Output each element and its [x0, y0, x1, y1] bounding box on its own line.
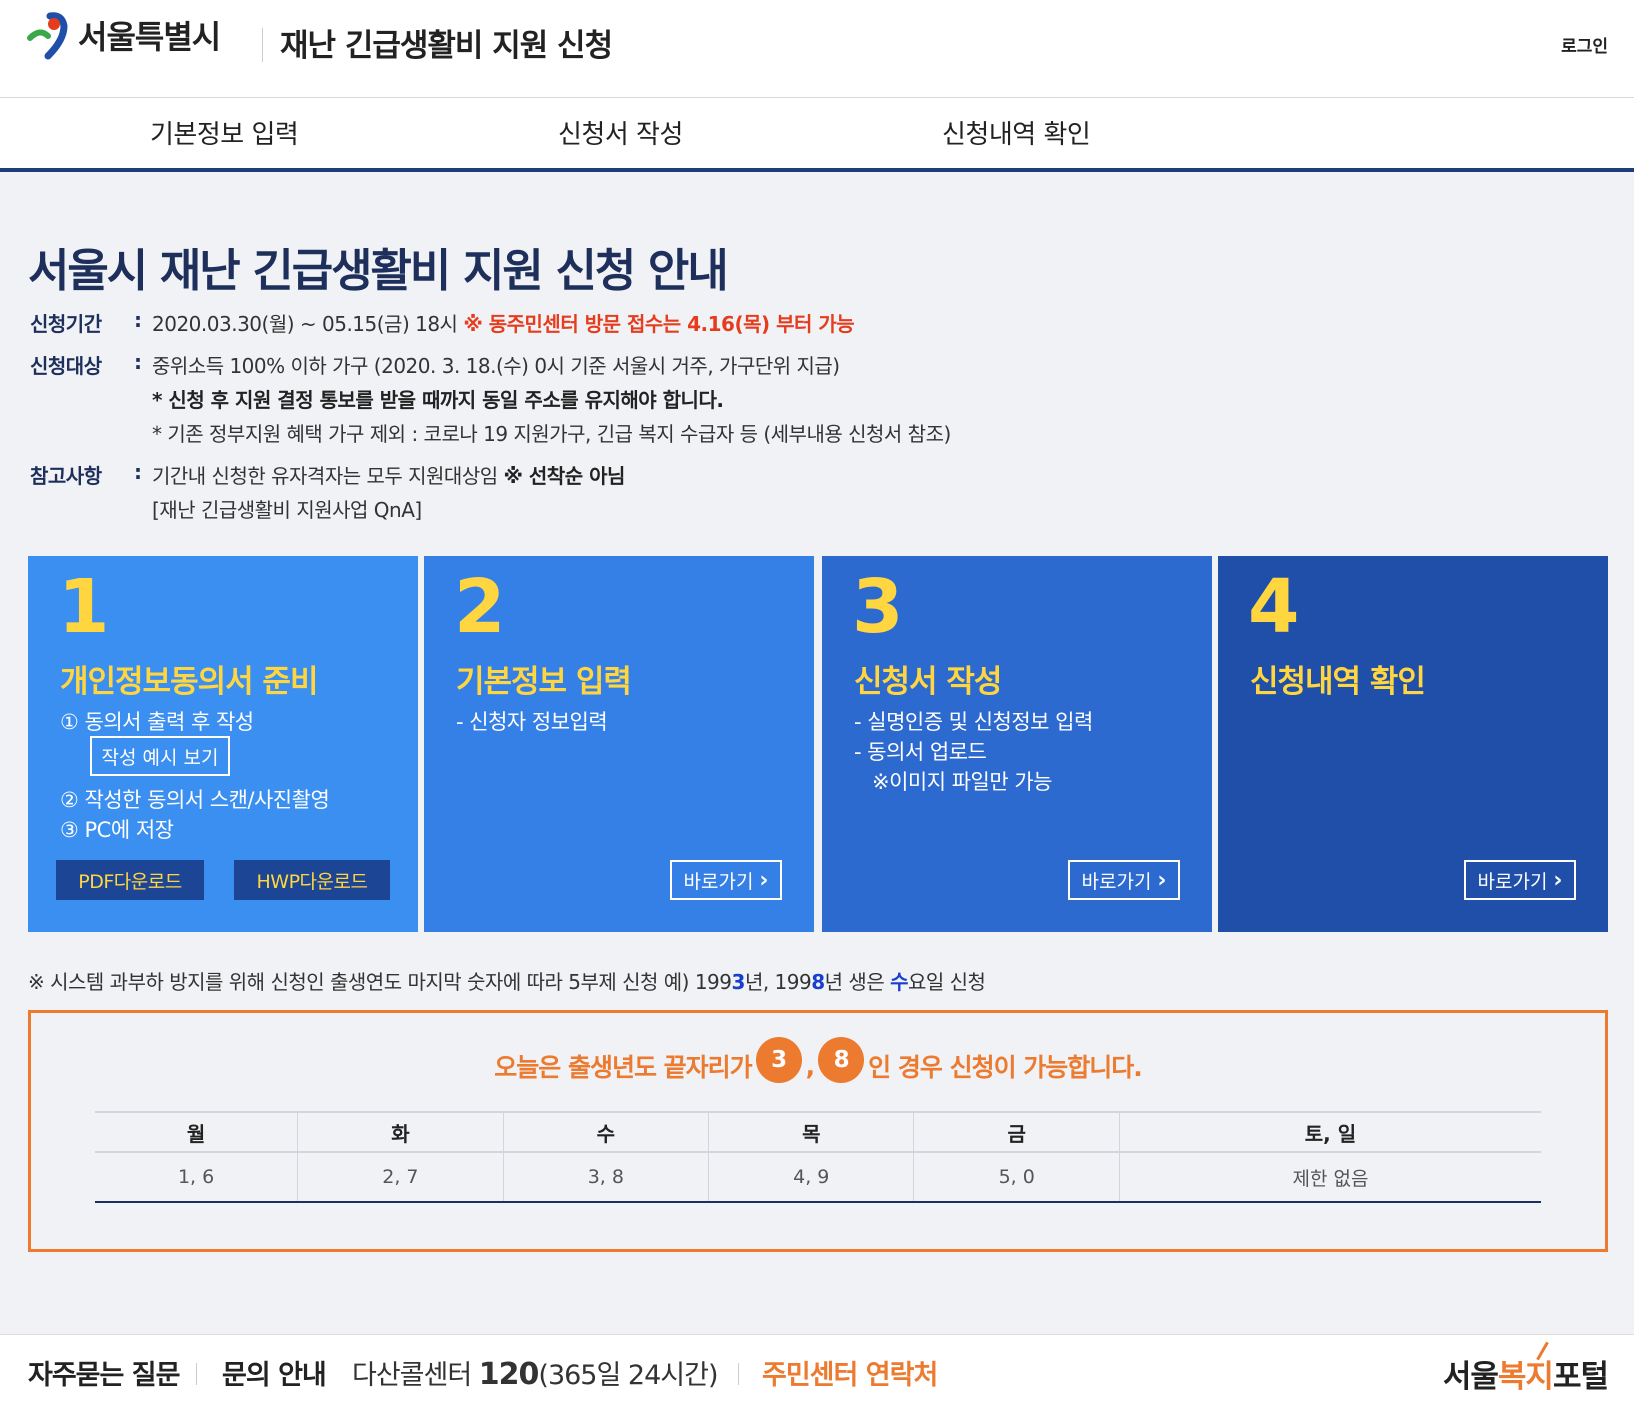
- nav-item-basic-info[interactable]: 기본정보 입력: [150, 114, 299, 151]
- schedule-table: 월 화 수 목 금 토, 일 1, 6 2, 7 3, 8 4, 9 5, 0 …: [95, 1111, 1541, 1203]
- table-cell: 1, 6: [95, 1152, 298, 1203]
- footer-divider: [196, 1363, 197, 1385]
- table-row: 1, 6 2, 7 3, 8 4, 9 5, 0 제한 없음: [95, 1152, 1541, 1203]
- nav-item-history[interactable]: 신청내역 확인: [942, 114, 1091, 151]
- chevron-right-icon: ›: [1157, 867, 1167, 893]
- info-label-period: 신청기간: [30, 312, 102, 336]
- step-title: 개인정보동의서 준비: [60, 664, 318, 700]
- welfare-portal-logo[interactable]: 서울복지포털: [1443, 1341, 1609, 1396]
- footer-divider: [738, 1363, 739, 1385]
- notes-line-1: 기간내 신청한 유자격자는 모두 지원대상임: [152, 464, 498, 488]
- table-header: 목: [708, 1111, 914, 1153]
- dasan-contact: 다산콜센터 120(365일 24시간): [352, 1357, 718, 1392]
- go-button-step-3[interactable]: 바로가기 ›: [1068, 860, 1180, 900]
- seoul-logo[interactable]: 서울특별시: [26, 10, 221, 60]
- call-number: 120: [478, 1357, 540, 1392]
- step-desc: - 동의서 업로드: [854, 740, 987, 764]
- login-link[interactable]: 로그인: [1561, 32, 1608, 57]
- chevron-right-icon: ›: [1553, 867, 1563, 893]
- step-desc: ② 작성한 동의서 스캔/사진촬영: [60, 788, 330, 812]
- step-card-3: 3 신청서 작성 - 실명인증 및 신청정보 입력 - 동의서 업로드 ※이미지…: [822, 556, 1212, 932]
- pdf-download-button[interactable]: PDF다운로드: [56, 860, 204, 900]
- digit-badge: 8: [818, 1037, 865, 1083]
- step-desc: - 신청자 정보입력: [456, 710, 608, 734]
- table-header-row: 월 화 수 목 금 토, 일: [95, 1111, 1541, 1153]
- period-value: 2020.03.30(월) ~ 05.15(금) 18시: [152, 312, 458, 336]
- table-cell: 4, 9: [708, 1152, 914, 1203]
- step-desc: ① 동의서 출력 후 작성: [60, 710, 254, 734]
- info-label-target: 신청대상: [30, 354, 102, 378]
- step-desc: - 실명인증 및 신청정보 입력: [854, 710, 1093, 734]
- step-number: 2: [454, 564, 506, 650]
- info-colon: :: [134, 460, 142, 484]
- footer: 자주묻는 질문 문의 안내 다산콜센터 120(365일 24시간) 주민센터 …: [0, 1334, 1634, 1414]
- logo-text: 서울특별시: [78, 18, 221, 56]
- info-label-notes: 참고사항: [30, 464, 102, 488]
- community-center-link[interactable]: 주민센터 연락처: [762, 1353, 938, 1392]
- page-title: 서울시 재난 긴급생활비 지원 신청 안내: [28, 244, 729, 297]
- table-cell: 제한 없음: [1118, 1152, 1541, 1203]
- step-title: 신청내역 확인: [1250, 664, 1426, 700]
- step-card-4: 4 신청내역 확인 바로가기 ›: [1218, 556, 1608, 932]
- info-colon: :: [134, 350, 142, 374]
- table-cell: 2, 7: [297, 1152, 504, 1203]
- qna-link[interactable]: [재난 긴급생활비 지원사업 QnA]: [152, 494, 422, 523]
- table-cell: 5, 0: [913, 1152, 1120, 1203]
- step-title: 신청서 작성: [854, 664, 1002, 700]
- table-header: 월: [95, 1111, 298, 1153]
- seoul-emblem-icon: [27, 12, 68, 60]
- digit-badge: 3: [755, 1037, 802, 1083]
- target-line-3: * 기존 정부지원 혜택 가구 제외 : 코로나 19 지원가구, 긴급 복지 …: [152, 422, 951, 446]
- nav-item-application[interactable]: 신청서 작성: [558, 114, 683, 151]
- step-number: 3: [852, 564, 904, 650]
- step-number: 1: [58, 564, 110, 650]
- target-line-2: * 신청 후 지원 결정 통보를 받을 때까지 동일 주소를 유지해야 합니다.: [152, 388, 724, 412]
- notes-line-1-bold: ※ 선착순 아님: [503, 464, 626, 488]
- step-number: 4: [1248, 564, 1300, 650]
- hwp-download-button[interactable]: HWP다운로드: [234, 860, 390, 900]
- logo-accent-icon: [1536, 1341, 1549, 1361]
- period-highlight: ※ 동주민센터 방문 접수는 4.16(목) 부터 가능: [463, 312, 855, 336]
- table-header: 금: [913, 1111, 1120, 1153]
- schedule-box: 오늘은 출생년도 끝자리가 3 , 8 인 경우 신청이 가능합니다. 월 화 …: [28, 1010, 1608, 1252]
- system-notice: ※ 시스템 과부하 방지를 위해 신청인 출생연도 마지막 숫자에 따라 5부제…: [28, 970, 986, 994]
- go-button-step-2[interactable]: 바로가기 ›: [670, 860, 782, 900]
- go-button-label: 바로가기: [683, 870, 754, 893]
- step-card-2: 2 기본정보 입력 - 신청자 정보입력 바로가기 ›: [424, 556, 814, 932]
- info-colon: :: [134, 308, 142, 332]
- step-desc: ※이미지 파일만 가능: [872, 770, 1053, 794]
- inquiry-label: 문의 안내: [222, 1360, 327, 1391]
- table-header: 화: [297, 1111, 504, 1153]
- table-header: 토, 일: [1118, 1111, 1541, 1153]
- go-button-label: 바로가기: [1477, 870, 1548, 893]
- view-example-button[interactable]: 작성 예시 보기: [90, 736, 230, 776]
- table-header: 수: [502, 1111, 709, 1153]
- faq-link[interactable]: 자주묻는 질문: [28, 1353, 180, 1392]
- main-nav: 기본정보 입력 신청서 작성 신청내역 확인: [0, 98, 1634, 172]
- target-line-1: 중위소득 100% 이하 가구 (2020. 3. 18.(수) 0시 기준 서…: [152, 354, 840, 378]
- today-message: 오늘은 출생년도 끝자리가 3 , 8 인 경우 신청이 가능합니다.: [31, 1037, 1605, 1089]
- step-title: 기본정보 입력: [456, 664, 632, 700]
- chevron-right-icon: ›: [759, 867, 769, 893]
- go-button-step-4[interactable]: 바로가기 ›: [1464, 860, 1576, 900]
- header-divider: [262, 28, 263, 62]
- go-button-label: 바로가기: [1081, 870, 1152, 893]
- step-desc: ③ PC에 저장: [60, 818, 174, 842]
- step-card-1: 1 개인정보동의서 준비 ① 동의서 출력 후 작성 작성 예시 보기 ② 작성…: [28, 556, 418, 932]
- table-cell: 3, 8: [502, 1152, 709, 1203]
- header: 서울특별시 재난 긴급생활비 지원 신청 로그인: [0, 0, 1634, 98]
- header-title: 재난 긴급생활비 지원 신청: [280, 28, 613, 64]
